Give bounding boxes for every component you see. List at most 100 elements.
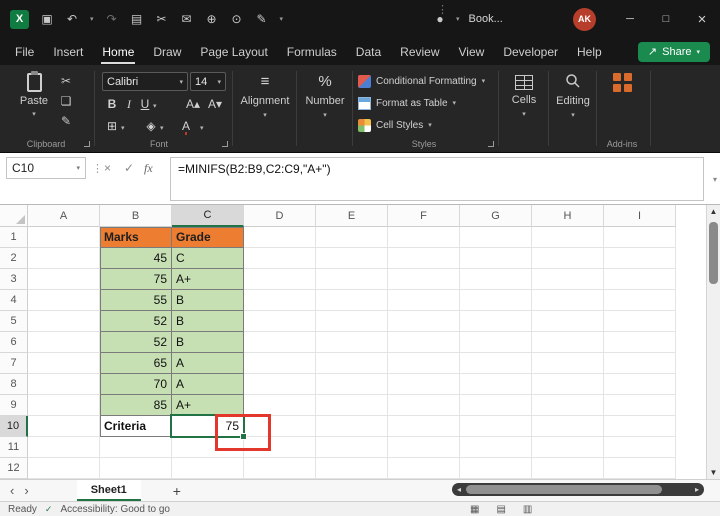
cell-D12[interactable] <box>244 458 316 479</box>
vertical-scrollbar[interactable]: ▲ ▼ <box>706 205 720 479</box>
new-sheet-button[interactable]: + <box>173 483 181 499</box>
page-layout-view-icon[interactable]: ▤ <box>496 504 505 515</box>
tab-formulas[interactable]: Formulas <box>286 40 338 64</box>
cell-F4[interactable] <box>388 290 460 311</box>
cell-A2[interactable] <box>28 248 100 269</box>
cell-F10[interactable] <box>388 416 460 437</box>
formula-input[interactable]: =MINIFS(B2:B9,C2:C9,"A+") <box>170 157 704 201</box>
tab-data[interactable]: Data <box>355 40 382 64</box>
format-as-table-button[interactable]: Format as Table ▾ <box>358 95 494 111</box>
row-header-10[interactable]: 10 <box>0 416 28 437</box>
cell-F7[interactable] <box>388 353 460 374</box>
cell-B12[interactable] <box>100 458 172 479</box>
cell-E4[interactable] <box>316 290 388 311</box>
column-header-H[interactable]: H <box>532 205 604 227</box>
font-size-select[interactable]: 14 ▾ <box>190 72 226 91</box>
collapse-formula-bar-icon[interactable]: ▾ <box>713 175 717 184</box>
cell-F8[interactable] <box>388 374 460 395</box>
cell-B8[interactable]: 70 <box>100 374 172 395</box>
editing-button[interactable]: Editing ▾ <box>551 73 595 135</box>
cell-I6[interactable] <box>604 332 676 353</box>
tab-help[interactable]: Help <box>576 40 603 64</box>
tab-home[interactable]: Home <box>101 40 136 64</box>
cell-I4[interactable] <box>604 290 676 311</box>
cell-I8[interactable] <box>604 374 676 395</box>
cell-H3[interactable] <box>532 269 604 290</box>
row-header-5[interactable]: 5 <box>0 311 28 332</box>
cell-H10[interactable] <box>532 416 604 437</box>
select-all-button[interactable] <box>0 205 28 227</box>
cell-A3[interactable] <box>28 269 100 290</box>
cell-F2[interactable] <box>388 248 460 269</box>
cell-E9[interactable] <box>316 395 388 416</box>
tab-view[interactable]: View <box>458 40 486 64</box>
column-header-A[interactable]: A <box>28 205 100 227</box>
cell-A12[interactable] <box>28 458 100 479</box>
cell-F11[interactable] <box>388 437 460 458</box>
normal-view-icon[interactable]: ▦ <box>470 504 479 515</box>
cell-A10[interactable] <box>28 416 100 437</box>
styles-dialog-launcher-icon[interactable] <box>488 141 494 147</box>
chevron-down-icon[interactable]: ▾ <box>121 124 125 132</box>
cell-B9[interactable]: 85 <box>100 395 172 416</box>
cell-C2[interactable]: C <box>172 248 244 269</box>
sheet-prev-icon[interactable]: ‹ <box>10 483 14 498</box>
cell-C4[interactable]: B <box>172 290 244 311</box>
row-header-7[interactable]: 7 <box>0 353 28 374</box>
column-header-D[interactable]: D <box>244 205 316 227</box>
cell-B5[interactable]: 52 <box>100 311 172 332</box>
cell-H8[interactable] <box>532 374 604 395</box>
cell-I1[interactable] <box>604 227 676 248</box>
cell-A5[interactable] <box>28 311 100 332</box>
cell-I2[interactable] <box>604 248 676 269</box>
tab-developer[interactable]: Developer <box>502 40 559 64</box>
cell-G7[interactable] <box>460 353 532 374</box>
cell-B4[interactable]: 55 <box>100 290 172 311</box>
avatar[interactable]: AK <box>573 7 596 31</box>
scroll-right-icon[interactable]: ▸ <box>690 485 704 494</box>
cells-button[interactable]: Cells ▾ <box>502 73 546 135</box>
sheet-tab-sheet1[interactable]: Sheet1 <box>76 480 141 501</box>
formula-bar-handle[interactable]: ⋮ <box>92 162 103 175</box>
chevron-down-icon[interactable]: ▾ <box>160 124 164 132</box>
row-header-6[interactable]: 6 <box>0 332 28 353</box>
cell-A9[interactable] <box>28 395 100 416</box>
cell-D11[interactable] <box>244 437 316 458</box>
row-header-9[interactable]: 9 <box>0 395 28 416</box>
cell-G12[interactable] <box>460 458 532 479</box>
cell-C7[interactable]: A <box>172 353 244 374</box>
cell-F5[interactable] <box>388 311 460 332</box>
number-button[interactable]: % Number ▾ <box>300 73 350 135</box>
accessibility-status[interactable]: Accessibility: Good to go <box>60 504 170 515</box>
cell-C1[interactable]: Grade <box>172 227 244 248</box>
sheetbar-dots-icon[interactable]: ⋮ <box>437 3 448 16</box>
name-box[interactable]: C10 ▾ <box>6 157 86 179</box>
borders-button[interactable]: ⊞ <box>103 119 121 133</box>
cell-F3[interactable] <box>388 269 460 290</box>
cell-B3[interactable]: 75 <box>100 269 172 290</box>
cell-G8[interactable] <box>460 374 532 395</box>
cell-A6[interactable] <box>28 332 100 353</box>
cell-C3[interactable]: A+ <box>172 269 244 290</box>
row-header-8[interactable]: 8 <box>0 374 28 395</box>
cell-A7[interactable] <box>28 353 100 374</box>
row-header-2[interactable]: 2 <box>0 248 28 269</box>
cell-B2[interactable]: 45 <box>100 248 172 269</box>
horizontal-scrollbar[interactable]: ◂ ▸ <box>452 483 704 496</box>
cancel-button[interactable]: × <box>104 161 111 175</box>
camera-icon[interactable]: ⊙ <box>230 12 244 26</box>
page-break-view-icon[interactable]: ▥ <box>523 504 532 515</box>
cell-E7[interactable] <box>316 353 388 374</box>
font-color-button[interactable]: A <box>182 119 190 133</box>
excel-logo-icon[interactable]: X <box>10 9 29 29</box>
add-ins-button[interactable] <box>598 73 646 92</box>
cell-B1[interactable]: Marks <box>100 227 172 248</box>
cell-D10[interactable] <box>244 416 316 437</box>
cell-H2[interactable] <box>532 248 604 269</box>
chevron-down-icon[interactable]: ▾ <box>200 124 204 132</box>
cell-F9[interactable] <box>388 395 460 416</box>
insert-function-button[interactable]: fx <box>144 161 153 176</box>
chevron-down-icon[interactable]: ▾ <box>90 15 94 23</box>
cell-E10[interactable] <box>316 416 388 437</box>
minimize-button[interactable]: ─ <box>612 0 648 38</box>
